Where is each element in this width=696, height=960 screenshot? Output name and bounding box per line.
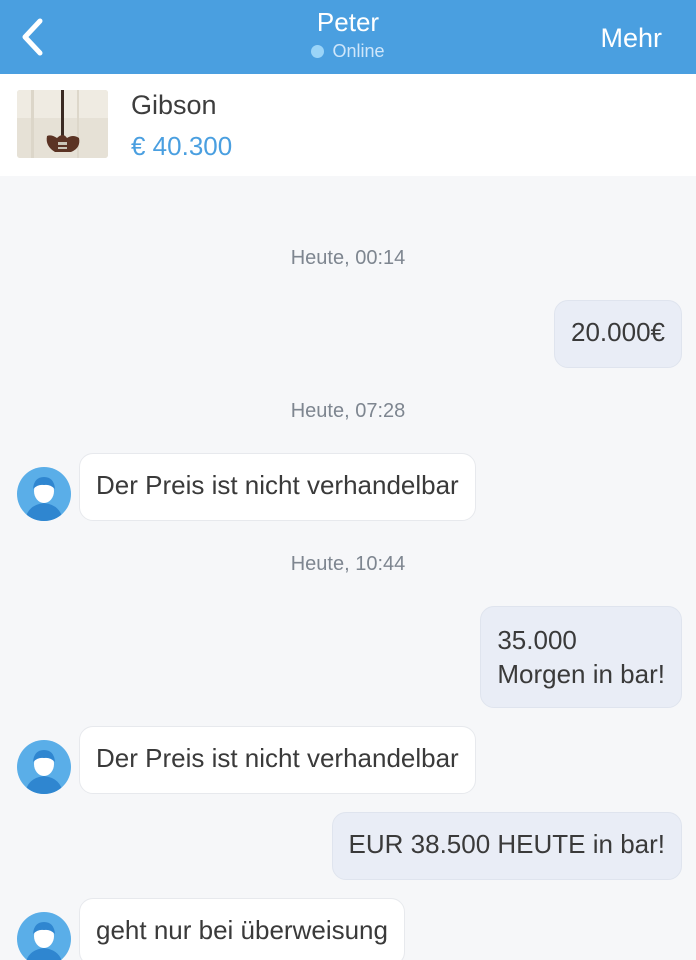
avatar[interactable] bbox=[17, 912, 71, 960]
status-label: Online bbox=[332, 41, 385, 61]
user-avatar-icon bbox=[25, 477, 63, 521]
user-avatar-icon bbox=[25, 750, 63, 794]
message-text: geht nur bei überweisung bbox=[96, 915, 388, 945]
outgoing-message[interactable]: EUR 38.500 HEUTE in bar! bbox=[331, 812, 682, 880]
message-text: Der Preis ist nicht verhandelbar bbox=[96, 470, 459, 500]
navigation-bar: Peter Online Mehr bbox=[0, 0, 696, 74]
outgoing-message[interactable]: 35.000 Morgen in bar! bbox=[480, 606, 682, 708]
online-status: Online bbox=[311, 40, 385, 62]
conversation-title: Peter Online bbox=[0, 6, 696, 63]
guitar-image bbox=[17, 90, 108, 158]
incoming-message[interactable]: geht nur bei überweisung bbox=[79, 898, 405, 960]
product-name[interactable]: Gibson bbox=[131, 88, 217, 122]
timestamp: Heute, 07:28 bbox=[290, 400, 406, 422]
more-button[interactable]: Mehr bbox=[600, 22, 662, 54]
message-text: 20.000€ bbox=[571, 317, 665, 347]
chat-screen: Peter Online Mehr Gibson € 40.300 Heute,… bbox=[0, 0, 696, 960]
product-price: € 40.300 bbox=[131, 131, 233, 161]
outgoing-message[interactable]: 20.000€ bbox=[554, 300, 682, 368]
avatar[interactable] bbox=[17, 467, 71, 521]
incoming-message[interactable]: Der Preis ist nicht verhandelbar bbox=[79, 726, 476, 794]
online-dot-icon bbox=[311, 44, 325, 58]
product-header[interactable]: Gibson € 40.300 bbox=[0, 74, 696, 176]
message-text: Der Preis ist nicht verhandelbar bbox=[96, 743, 459, 773]
timestamp: Heute, 00:14 bbox=[290, 247, 406, 269]
user-avatar-icon bbox=[26, 922, 62, 960]
message-text-line: 35.000 bbox=[497, 625, 577, 655]
timestamp: Heute, 10:44 bbox=[290, 553, 406, 575]
message-text-line: Morgen in bar! bbox=[497, 659, 665, 689]
message-text: EUR 38.500 HEUTE in bar! bbox=[348, 829, 665, 859]
product-thumbnail[interactable] bbox=[17, 90, 108, 158]
contact-name: Peter bbox=[316, 7, 380, 37]
avatar[interactable] bbox=[17, 740, 71, 794]
incoming-message[interactable]: Der Preis ist nicht verhandelbar bbox=[79, 453, 476, 521]
